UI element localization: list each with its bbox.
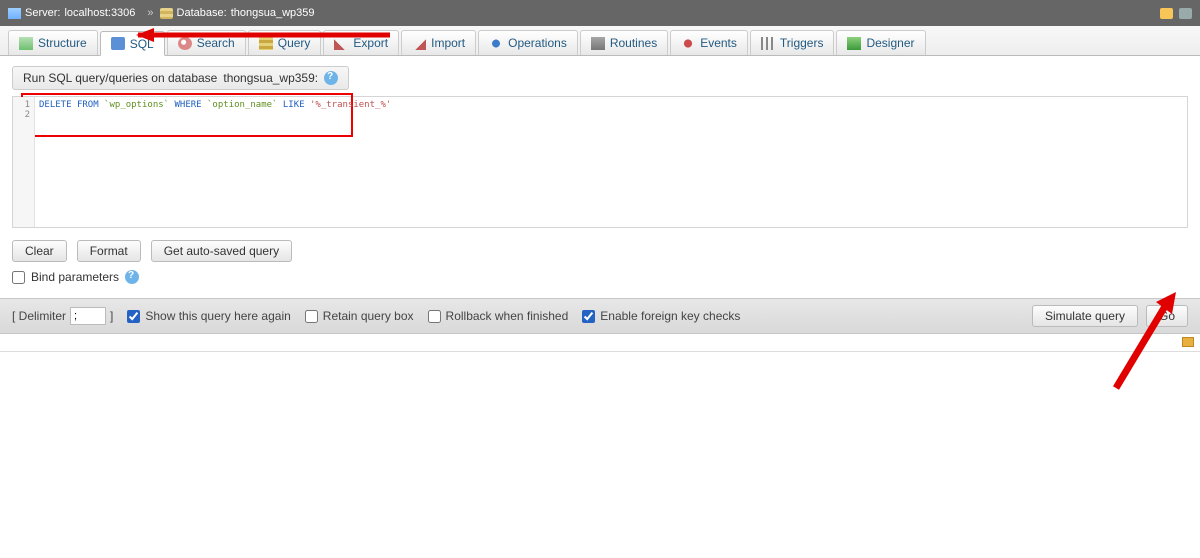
tab-bar: Structure SQL Search Query Export Import… [0, 26, 1200, 56]
breadcrumb-server-label: Server: [25, 7, 60, 19]
routines-icon [591, 37, 605, 50]
line-number: 1 [13, 100, 30, 110]
retain-checkbox[interactable] [305, 310, 318, 323]
operations-icon [489, 37, 503, 50]
clear-button[interactable]: Clear [12, 240, 67, 262]
footer-bar: [ Delimiter ] Show this query here again… [0, 298, 1200, 334]
go-button[interactable]: Go [1146, 305, 1188, 327]
line-number: 2 [13, 110, 30, 120]
tab-import[interactable]: Import [401, 30, 476, 55]
breadcrumb-server-value: localhost:3306 [64, 7, 135, 19]
tab-label: Import [431, 36, 465, 50]
database-icon [160, 8, 173, 19]
tab-search[interactable]: Search [167, 30, 246, 55]
tab-structure[interactable]: Structure [8, 30, 98, 55]
status-strip [0, 334, 1200, 352]
breadcrumb-database-value: thongsua_wp359 [231, 7, 315, 19]
fk-label: Enable foreign key checks [600, 309, 740, 323]
tab-label: Export [353, 36, 388, 50]
tab-query[interactable]: Query [248, 30, 322, 55]
breadcrumb: Server: localhost:3306 » Database: thong… [0, 0, 1200, 26]
retain-option[interactable]: Retain query box [305, 309, 414, 323]
tab-export[interactable]: Export [323, 30, 399, 55]
bind-params-checkbox[interactable] [12, 271, 25, 284]
rollback-checkbox[interactable] [428, 310, 441, 323]
topbar-icon-2[interactable] [1179, 8, 1192, 19]
breadcrumb-separator: » [147, 7, 153, 19]
tab-label: Structure [38, 36, 87, 50]
breadcrumb-database-label: Database: [177, 7, 227, 19]
simulate-query-button[interactable]: Simulate query [1032, 305, 1138, 327]
line-gutter: 1 2 [13, 97, 35, 227]
delimiter-label-close: ] [110, 309, 113, 323]
tab-events[interactable]: Events [670, 30, 748, 55]
tab-label: Query [278, 36, 311, 50]
events-icon [681, 37, 695, 50]
query-icon [259, 37, 273, 50]
delimiter-input[interactable] [70, 307, 106, 325]
panel-title-db: thongsua_wp359: [223, 71, 318, 85]
breadcrumb-server[interactable]: Server: localhost:3306 [8, 7, 135, 19]
tab-label: Events [700, 36, 737, 50]
retain-label: Retain query box [323, 309, 414, 323]
delimiter-field: [ Delimiter ] [12, 307, 113, 325]
designer-icon [847, 37, 861, 50]
structure-icon [19, 37, 33, 50]
tab-operations[interactable]: Operations [478, 30, 578, 55]
tab-label: SQL [130, 37, 154, 51]
rollback-label: Rollback when finished [446, 309, 569, 323]
fk-option[interactable]: Enable foreign key checks [582, 309, 740, 323]
search-icon [178, 37, 192, 50]
panel-title-prefix: Run SQL query/queries on database [23, 71, 217, 85]
triggers-icon [761, 37, 775, 50]
bind-params-row: Bind parameters [12, 270, 1188, 284]
show-again-checkbox[interactable] [127, 310, 140, 323]
import-icon [412, 37, 426, 50]
export-icon [334, 37, 348, 50]
delimiter-label-open: [ Delimiter [12, 309, 66, 323]
editor-actions: Clear Format Get auto-saved query [12, 240, 1188, 262]
topbar-icon-1[interactable] [1160, 8, 1173, 19]
bookmark-icon[interactable] [1182, 337, 1194, 347]
tab-label: Search [197, 36, 235, 50]
bind-params-label: Bind parameters [31, 270, 119, 284]
format-button[interactable]: Format [77, 240, 141, 262]
tab-triggers[interactable]: Triggers [750, 30, 835, 55]
tab-label: Operations [508, 36, 567, 50]
tab-label: Routines [610, 36, 657, 50]
help-icon[interactable] [125, 270, 139, 284]
help-icon[interactable] [324, 71, 338, 85]
breadcrumb-database[interactable]: Database: thongsua_wp359 [160, 7, 315, 19]
tab-label: Triggers [780, 36, 824, 50]
sql-code[interactable]: DELETE FROM `wp_options` WHERE `option_n… [39, 100, 1183, 110]
tab-routines[interactable]: Routines [580, 30, 668, 55]
get-autosaved-button[interactable]: Get auto-saved query [151, 240, 292, 262]
show-again-option[interactable]: Show this query here again [127, 309, 290, 323]
rollback-option[interactable]: Rollback when finished [428, 309, 569, 323]
show-again-label: Show this query here again [145, 309, 290, 323]
panel-title: Run SQL query/queries on database thongs… [12, 66, 349, 90]
fk-checkbox[interactable] [582, 310, 595, 323]
tab-sql[interactable]: SQL [100, 31, 165, 56]
tab-label: Designer [866, 36, 914, 50]
tab-designer[interactable]: Designer [836, 30, 925, 55]
sql-icon [111, 37, 125, 50]
sql-editor[interactable]: 1 2 DELETE FROM `wp_options` WHERE `opti… [12, 96, 1188, 228]
server-icon [8, 8, 21, 19]
